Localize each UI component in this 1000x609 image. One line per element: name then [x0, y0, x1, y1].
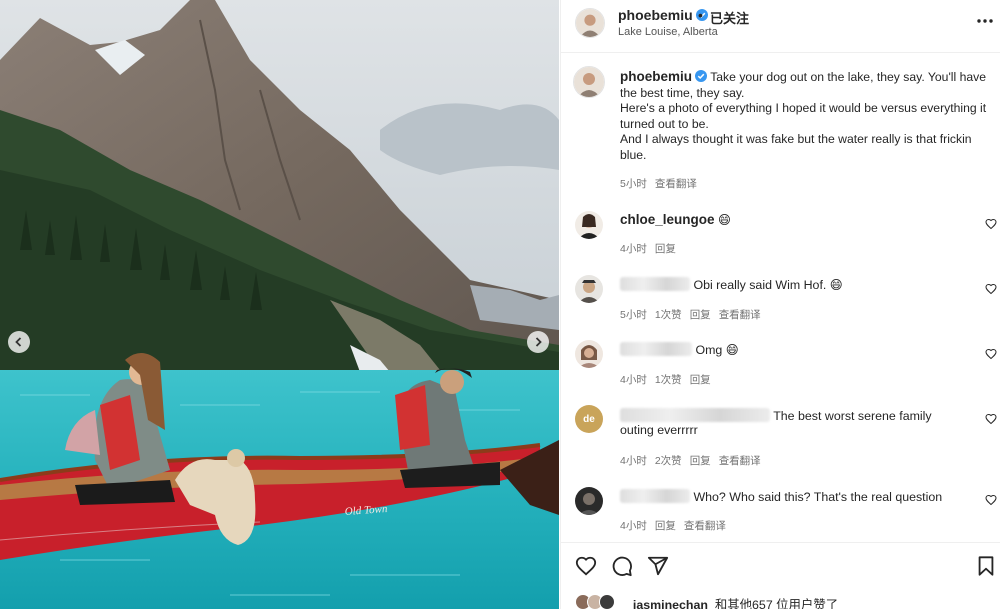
- comment-time[interactable]: 4小时: [620, 243, 647, 255]
- caption-line-3: And I always thought it was fake but the…: [620, 132, 972, 162]
- more-options-icon[interactable]: [975, 14, 995, 28]
- comment-body: Obi really said Wim Hof. 😄: [620, 277, 843, 292]
- comment-avatar[interactable]: [575, 275, 603, 303]
- heart-icon[interactable]: [985, 494, 997, 506]
- comment-meta: 4小时 1次赞 回复: [620, 372, 719, 387]
- bookmark-icon[interactable]: [975, 555, 997, 577]
- heart-icon[interactable]: [985, 283, 997, 295]
- comment-body: chloe_leungoe 😄: [620, 212, 731, 227]
- separator-dot: •: [698, 7, 703, 23]
- follow-status-button[interactable]: 已关注: [710, 8, 749, 27]
- reply-button[interactable]: 回复: [690, 374, 711, 386]
- comment-meta: 4小时 回复: [620, 241, 684, 256]
- caption-translate-button[interactable]: 查看翻译: [655, 178, 697, 190]
- comment-username[interactable]: chloe_leungoe: [620, 212, 715, 227]
- caption-time[interactable]: 5小时: [620, 178, 647, 190]
- translate-button[interactable]: 查看翻译: [719, 455, 761, 467]
- blurred-username: [620, 342, 692, 356]
- caption-line-2: Here's a photo of everything I hoped it …: [620, 101, 987, 131]
- verified-badge-icon: [695, 70, 708, 82]
- comment-text: Who? Who said this? That's the real ques…: [693, 490, 943, 504]
- heart-icon[interactable]: [985, 413, 997, 425]
- post-actions-bar: _jasminechan_和其他657 位用户赞了: [561, 542, 1000, 609]
- author-avatar[interactable]: [575, 8, 605, 38]
- reply-button[interactable]: 回复: [655, 520, 676, 532]
- comment-body: Who? Who said this? That's the real ques…: [620, 489, 942, 504]
- comment-avatar[interactable]: [575, 487, 603, 515]
- comment-avatar[interactable]: de: [575, 405, 603, 433]
- carousel-prev-button[interactable]: [8, 331, 30, 353]
- translate-button[interactable]: 查看翻译: [719, 309, 761, 321]
- post-photo: Old Town: [0, 0, 559, 609]
- comment-time[interactable]: 5小时: [620, 309, 647, 321]
- author-username[interactable]: phoebemiu: [618, 7, 708, 23]
- share-icon[interactable]: [647, 555, 669, 577]
- comment-avatar[interactable]: [575, 340, 603, 368]
- chevron-right-icon: [535, 337, 542, 347]
- comment-text: The best worst serene family: [773, 409, 932, 423]
- comment-text-line-2: outing everrrrr: [620, 423, 698, 437]
- heart-icon[interactable]: [985, 348, 997, 360]
- chevron-left-icon: [15, 337, 22, 347]
- comment-likes[interactable]: 1次赞: [655, 374, 682, 386]
- avatar-initials: de: [583, 413, 595, 425]
- comment-likes[interactable]: 2次赞: [655, 455, 682, 467]
- liker-avatar[interactable]: [599, 594, 615, 609]
- heart-icon[interactable]: [985, 218, 997, 230]
- reply-button[interactable]: 回复: [655, 243, 676, 255]
- comment-body: The best worst serene family outing ever…: [620, 408, 932, 437]
- comment-icon[interactable]: [611, 555, 633, 577]
- caption-author-avatar[interactable]: [573, 66, 605, 98]
- translate-button[interactable]: 查看翻译: [684, 520, 726, 532]
- comment-text: 😄: [717, 213, 731, 227]
- heart-icon[interactable]: [575, 555, 597, 577]
- reply-button[interactable]: 回复: [690, 455, 711, 467]
- caption-meta: 5小时 查看翻译: [620, 176, 705, 191]
- liker-avatars: [575, 594, 623, 609]
- post-header: phoebemiu • 已关注 Lake Louise, Alberta: [561, 0, 1000, 53]
- comment-text: Obi really said Wim Hof. 😄: [693, 278, 843, 292]
- reply-button[interactable]: 回复: [690, 309, 711, 321]
- blurred-username: [620, 489, 690, 503]
- post-location[interactable]: Lake Louise, Alberta: [618, 26, 718, 38]
- likes-count-text[interactable]: 和其他657 位用户赞了: [715, 598, 838, 609]
- comment-avatar[interactable]: [575, 211, 603, 239]
- comment-time[interactable]: 4小时: [620, 374, 647, 386]
- lake-louise-canoe-photo: Old Town: [0, 0, 559, 609]
- liker-username[interactable]: _jasminechan_: [626, 598, 715, 609]
- likes-text: _jasminechan_和其他657 位用户赞了: [626, 595, 838, 609]
- comment-likes[interactable]: 1次赞: [655, 309, 682, 321]
- blurred-username: [620, 408, 770, 422]
- comment-time[interactable]: 4小时: [620, 520, 647, 532]
- blurred-username: [620, 277, 690, 291]
- carousel-next-button[interactable]: [527, 331, 549, 353]
- comment-meta: 5小时 1次赞 回复 查看翻译: [620, 307, 769, 322]
- caption-username[interactable]: phoebemiu: [620, 69, 692, 84]
- comment-text: Omg 😄: [695, 343, 739, 357]
- comment-meta: 4小时 2次赞 回复 查看翻译: [620, 453, 769, 468]
- comment-meta: 4小时 回复 查看翻译: [620, 518, 734, 533]
- post-caption: phoebemiu Take your dog out on the lake,…: [620, 69, 992, 164]
- post-sidebar: phoebemiu • 已关注 Lake Louise, Alberta pho…: [560, 0, 1000, 609]
- comment-body: Omg 😄: [620, 342, 739, 357]
- comment-time[interactable]: 4小时: [620, 455, 647, 467]
